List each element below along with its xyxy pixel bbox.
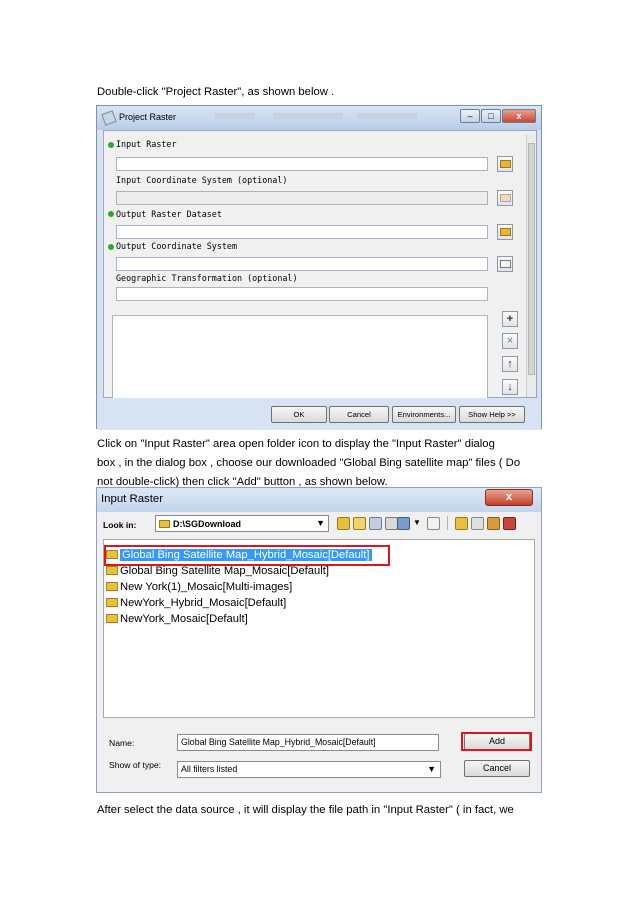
scrollbar-thumb[interactable]: [528, 143, 535, 375]
project-raster-title: Project Raster: [119, 112, 177, 122]
properties-icon: [500, 194, 511, 202]
show-of-type-label: Show of type:: [109, 760, 162, 770]
chevron-down-icon: ▼: [427, 764, 436, 774]
project-raster-form: Input Raster Input Coordinate System (op…: [103, 130, 537, 403]
add-transformation-button[interactable]: +: [502, 311, 518, 327]
output-coordinate-system-button[interactable]: [497, 256, 513, 272]
move-down-button[interactable]: ↓: [502, 379, 518, 395]
vertical-scrollbar[interactable]: [526, 135, 536, 397]
input-coordinate-system-field: [116, 191, 488, 205]
show-of-type-dropdown[interactable]: All filters listed ▼: [177, 761, 441, 778]
new-folder-icon[interactable]: [455, 517, 468, 530]
connect-folder-icon[interactable]: [369, 517, 382, 530]
input-raster-browse-button[interactable]: [497, 156, 513, 172]
output-coordinate-system-field[interactable]: [116, 257, 488, 271]
input-raster-titlebar: Input Raster x: [97, 488, 541, 512]
project-raster-window: Project Raster – □ x Input Raster Input …: [96, 105, 542, 430]
raster-folder-icon: [106, 598, 118, 607]
output-coordinate-system-label: Output Coordinate System: [116, 241, 238, 251]
show-help-button[interactable]: Show Help >>: [459, 406, 525, 423]
open-folder-icon: [500, 160, 511, 168]
input-raster-dialog-title: Input Raster: [101, 493, 164, 505]
file-list-item[interactable]: NewYork_Mosaic[Default]: [106, 612, 248, 627]
look-in-value: D:\SGDownload: [173, 519, 241, 529]
background-ghost-text: [357, 113, 417, 119]
file-list-item[interactable]: Global Bing Satellite Map_Mosaic[Default…: [106, 564, 329, 579]
catalog-icon[interactable]: [427, 517, 440, 530]
look-in-dropdown[interactable]: D:\SGDownload ▼: [155, 515, 329, 532]
geographic-transformation-field[interactable]: [116, 287, 488, 301]
input-coordinate-system-button: [497, 190, 513, 206]
background-ghost-text: [215, 113, 255, 119]
toolbox-icon[interactable]: [503, 517, 516, 530]
project-raster-footer: OK Cancel Environments... Show Help >>: [97, 398, 541, 430]
geographic-transformation-list[interactable]: [112, 315, 488, 403]
minimize-button[interactable]: –: [460, 109, 480, 123]
ok-button[interactable]: OK: [271, 406, 327, 423]
view-dropdown-icon[interactable]: ▼: [413, 517, 421, 530]
view-menu-icon[interactable]: [397, 517, 410, 530]
project-raster-titlebar: Project Raster – □ x: [97, 106, 541, 130]
required-dot-icon: [108, 244, 114, 250]
geodatabase-icon[interactable]: [487, 517, 500, 530]
background-ghost-text: [273, 113, 343, 119]
input-coordinate-system-label: Input Coordinate System (optional): [116, 175, 288, 185]
show-of-type-value: All filters listed: [181, 764, 238, 774]
instruction-text: Click on "Input Raster" area open folder…: [97, 435, 543, 492]
add-highlight-box: [461, 732, 532, 751]
selection-highlight-box: [104, 545, 390, 566]
move-up-button[interactable]: ↑: [502, 356, 518, 372]
home-icon[interactable]: [353, 517, 366, 530]
output-raster-browse-button[interactable]: [497, 224, 513, 240]
tool-icon: [101, 110, 117, 126]
maximize-button[interactable]: □: [481, 109, 501, 123]
chevron-down-icon: ▼: [316, 518, 325, 528]
intro-text: Double-click "Project Raster", as shown …: [97, 86, 335, 98]
raster-folder-icon: [106, 566, 118, 575]
geographic-transformation-label: Geographic Transformation (optional): [116, 273, 298, 283]
dialog-cancel-button[interactable]: Cancel: [464, 760, 530, 777]
file-list-item[interactable]: NewYork_Hybrid_Mosaic[Default]: [106, 596, 286, 611]
required-dot-icon: [108, 211, 114, 217]
dialog-close-button[interactable]: x: [485, 489, 533, 506]
open-folder-icon: [500, 228, 511, 236]
folder-icon: [159, 520, 170, 528]
look-in-label: Look in:: [103, 520, 137, 530]
required-dot-icon: [108, 142, 114, 148]
input-raster-dialog: Input Raster x Look in: D:\SGDownload ▼ …: [96, 487, 542, 793]
raster-folder-icon: [106, 614, 118, 623]
remove-transformation-button[interactable]: ×: [502, 333, 518, 349]
instruction-line-2: box , in the dialog box , choose our dow…: [97, 457, 521, 469]
output-raster-dataset-label: Output Raster Dataset: [116, 209, 222, 219]
file-list-item[interactable]: New York(1)_Mosaic[Multi-images]: [106, 580, 292, 595]
file-list[interactable]: Global Bing Satellite Map_Hybrid_Mosaic[…: [103, 539, 535, 718]
toolbar-separator: [447, 516, 448, 530]
close-button[interactable]: x: [502, 109, 536, 123]
name-label: Name:: [109, 738, 135, 748]
instruction-line-1: Click on "Input Raster" area open folder…: [97, 438, 495, 450]
output-raster-dataset-field[interactable]: [116, 225, 488, 239]
input-raster-field[interactable]: [116, 157, 488, 171]
step3-text: After select the data source , it will d…: [97, 804, 514, 816]
raster-folder-icon: [106, 582, 118, 591]
name-input[interactable]: Global Bing Satellite Map_Hybrid_Mosaic[…: [177, 734, 439, 751]
input-raster-label: Input Raster: [116, 139, 177, 149]
properties-icon: [500, 260, 511, 268]
environments-button[interactable]: Environments...: [392, 406, 456, 423]
new-item-icon[interactable]: [471, 517, 484, 530]
up-one-level-icon[interactable]: [337, 517, 350, 530]
cancel-button[interactable]: Cancel: [329, 406, 389, 423]
